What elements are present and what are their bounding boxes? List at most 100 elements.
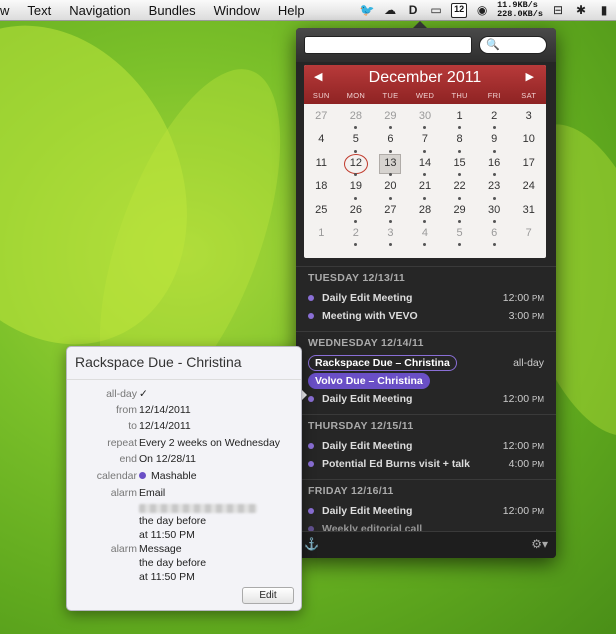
day-header: THURSDAY 12/15/11 [296,414,556,437]
calendar-day[interactable]: 4 [408,224,443,247]
calendar-day[interactable]: 17 [511,154,546,177]
month-calendar: ◀ December 2011 ▶ SUN MON TUE WED THU FR… [304,65,546,258]
calendar-day[interactable]: 26 [339,201,374,224]
calendar-day[interactable]: 7 [511,224,546,247]
calendar-day[interactable]: 25 [304,201,339,224]
menu-bar: w Text Navigation Bundles Window Help 🐦 … [0,0,616,21]
field-label: alarm [110,543,137,555]
popover-footer: ⚓ ⚙▾ [296,531,556,558]
calendar-day[interactable]: 20 [373,177,408,200]
calendar-day[interactable]: 14 [408,154,443,177]
event-time-value: 4:00 [508,458,530,470]
calendar-day[interactable]: 29 [373,107,408,130]
calendar-day[interactable]: 24 [511,177,546,200]
field-label: alarm [110,487,137,499]
calendar-day[interactable]: 8 [442,130,477,153]
anchor-icon[interactable]: ⚓ [304,537,319,551]
event-title: Daily Edit Meeting [322,292,413,304]
calendar-day[interactable]: 27 [373,201,408,224]
next-month-button[interactable]: ▶ [526,70,534,83]
calendar-icon[interactable]: 12 [451,2,468,18]
dropbox-icon[interactable]: ▭ [428,3,444,17]
spaces-icon[interactable]: ⊟ [550,3,566,17]
menu-item-window[interactable]: Window [205,3,269,18]
calendar-day[interactable]: 1 [304,224,339,247]
bluetooth-icon[interactable]: ✱ [573,3,589,17]
calendar-day[interactable]: 5 [442,224,477,247]
event-row-selected[interactable]: Rackspace Due – Christina all-day [296,354,556,372]
time-machine-icon[interactable]: ◉ [474,3,490,17]
d-app-icon[interactable]: D [405,3,421,17]
weekday-label: SAT [521,91,537,100]
calendar-header: ◀ December 2011 ▶ SUN MON TUE WED THU FR… [304,65,546,104]
calendar-day[interactable]: 19 [339,177,374,200]
field-label: calendar [96,470,137,482]
calendar-day[interactable]: 21 [408,177,443,200]
event-detail-popover: Rackspace Due - Christina all-day ✓ from 1… [66,346,302,611]
calendar-day[interactable]: 28 [339,107,374,130]
calendar-day[interactable]: 7 [408,130,443,153]
calendar-day[interactable]: 16 [477,154,512,177]
calendar-day[interactable]: 27 [304,107,339,130]
calendar-day[interactable]: 30 [408,107,443,130]
field-label: to [128,420,137,432]
calendar-day[interactable]: 23 [477,177,512,200]
calendar-day-today[interactable]: 12 [339,153,374,177]
event-row[interactable]: Volvo Due – Christina [296,372,556,390]
field-value: 12/14/2011 [139,404,191,416]
twitter-bird-icon[interactable]: 🐦 [359,3,375,17]
calendar-day-selected[interactable]: 13 [373,153,408,177]
search-field[interactable]: 🔍 [479,36,547,54]
weekday-label: FRI [487,91,501,100]
edit-button[interactable]: Edit [242,587,294,604]
calendar-day[interactable]: 28 [408,201,443,224]
calendar-day[interactable]: 15 [442,154,477,177]
calendar-day[interactable]: 9 [477,130,512,153]
event-ampm: PM [532,312,544,321]
event-time-value: 12:00 [502,440,530,452]
calendar-day[interactable]: 3 [373,224,408,247]
calendar-day[interactable]: 6 [477,224,512,247]
event-row[interactable]: Daily Edit Meeting 12:00 PM [296,502,556,520]
event-pill-filled: Volvo Due – Christina [308,373,430,389]
field-label: end [119,453,137,465]
menu-item-text[interactable]: Text [18,3,60,18]
month-title: December 2011 [368,69,482,86]
event-title: Daily Edit Meeting [322,393,413,405]
event-row[interactable]: Daily Edit Meeting 12:00 PM [296,437,556,455]
event-row[interactable]: Daily Edit Meeting 12:00 PM [296,390,556,408]
calendar-day[interactable]: 5 [339,130,374,153]
calendar-day[interactable]: 29 [442,201,477,224]
menu-item-navigation[interactable]: Navigation [60,3,139,18]
calendar-day[interactable]: 11 [304,154,339,177]
calendar-day[interactable]: 1 [442,107,477,130]
event-row[interactable]: Daily Edit Meeting 12:00 PM [296,289,556,307]
calendar-day[interactable]: 30 [477,201,512,224]
calendar-day[interactable]: 10 [511,130,546,153]
weekday-label: TUE [382,91,399,100]
gear-icon[interactable]: ⚙▾ [531,537,548,551]
calendar-day[interactable]: 4 [304,130,339,153]
calendar-day[interactable]: 22 [442,177,477,200]
calendar-day[interactable]: 31 [511,201,546,224]
quick-add-input[interactable] [304,36,472,54]
field-value: Message [139,543,182,555]
event-time-value: 3:00 [508,310,530,322]
calendar-day[interactable]: 18 [304,177,339,200]
calendar-color-dot [308,508,314,514]
calendar-day[interactable]: 2 [477,107,512,130]
menu-item-help[interactable]: Help [269,3,314,18]
event-ampm: PM [532,442,544,451]
event-row[interactable]: Meeting with VEVO 3:00 PM [296,307,556,325]
cloud-icon[interactable]: ☁ [382,3,398,17]
calendar-day[interactable]: 3 [511,107,546,130]
calendar-day[interactable]: 2 [339,224,374,247]
event-row[interactable]: Potential Ed Burns visit + talk 4:00 PM [296,455,556,473]
calendar-color-dot [308,396,314,402]
menu-item-window-partial[interactable]: w [0,3,18,18]
calendar-day[interactable]: 6 [373,130,408,153]
battery-icon[interactable]: ▮ [596,3,612,17]
menu-item-bundles[interactable]: Bundles [140,3,205,18]
redacted-email [139,502,257,514]
calendar-color-dot [308,295,314,301]
